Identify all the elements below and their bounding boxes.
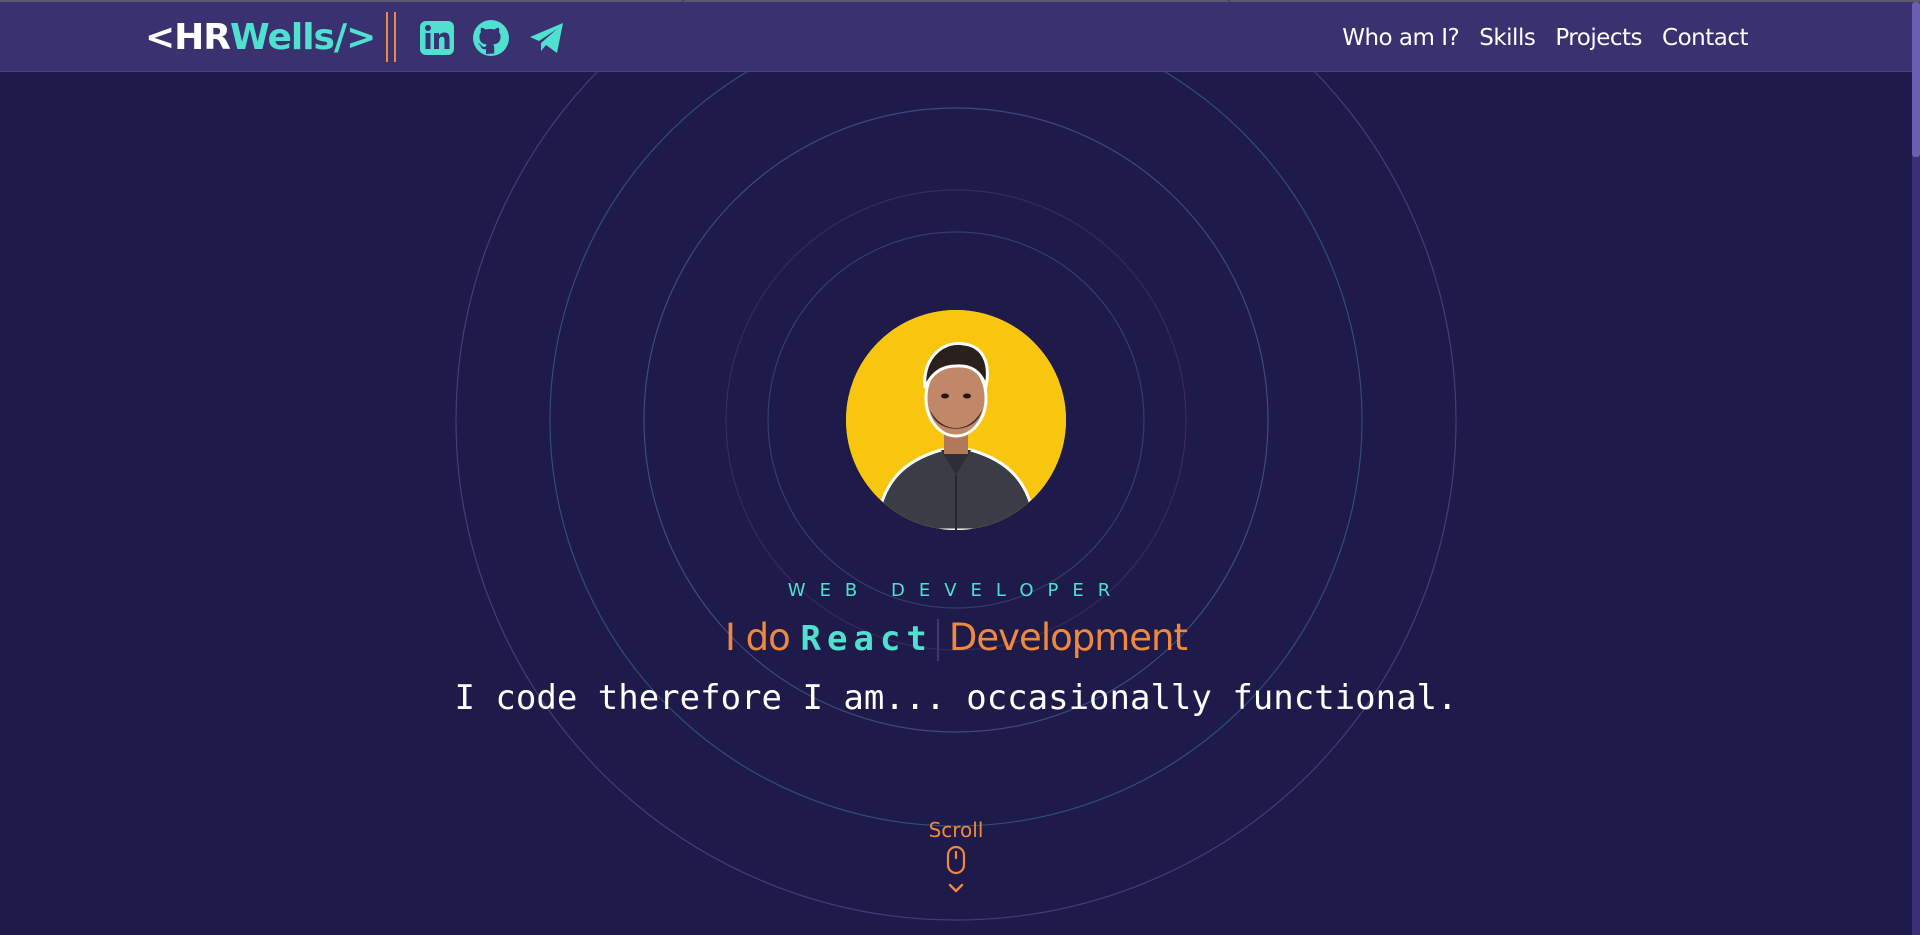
site-logo[interactable]: <HRWells/> bbox=[145, 17, 376, 58]
github-icon[interactable] bbox=[471, 18, 511, 58]
scroll-label[interactable]: Scroll bbox=[0, 818, 1912, 842]
nav-who-am-i[interactable]: Who am I? bbox=[1342, 24, 1460, 52]
logo-accent-text: Wells/> bbox=[230, 17, 376, 58]
linkedin-icon[interactable] bbox=[417, 18, 457, 58]
profile-avatar bbox=[846, 310, 1066, 530]
telegram-icon[interactable] bbox=[527, 18, 567, 58]
site-header: <HRWells/> Who am I? Skills Projects Con… bbox=[0, 2, 1912, 72]
scrollbar-thumb[interactable] bbox=[1912, 2, 1920, 157]
hero-motto: I code therefore I am... occasionally fu… bbox=[454, 678, 1458, 718]
nav-skills[interactable]: Skills bbox=[1479, 24, 1536, 52]
chevron-down-icon[interactable] bbox=[946, 881, 966, 895]
tagline-tech: React bbox=[800, 619, 933, 659]
nav-contact[interactable]: Contact bbox=[1662, 24, 1748, 52]
typing-cursor bbox=[936, 618, 939, 661]
tagline-suffix: Development bbox=[948, 616, 1188, 659]
main-nav: Who am I? Skills Projects Contact bbox=[1342, 24, 1748, 52]
mouse-icon[interactable] bbox=[945, 845, 967, 875]
page: <HRWells/> Who am I? Skills Projects Con… bbox=[0, 0, 1920, 935]
nav-projects[interactable]: Projects bbox=[1555, 24, 1642, 52]
tagline-prefix: I do bbox=[724, 616, 791, 659]
hero-tagline: I do React Development bbox=[0, 614, 1912, 663]
header-divider bbox=[386, 12, 396, 62]
logo-text: <HR bbox=[145, 17, 231, 58]
role-title: WEB DEVELOPER bbox=[787, 580, 1125, 601]
